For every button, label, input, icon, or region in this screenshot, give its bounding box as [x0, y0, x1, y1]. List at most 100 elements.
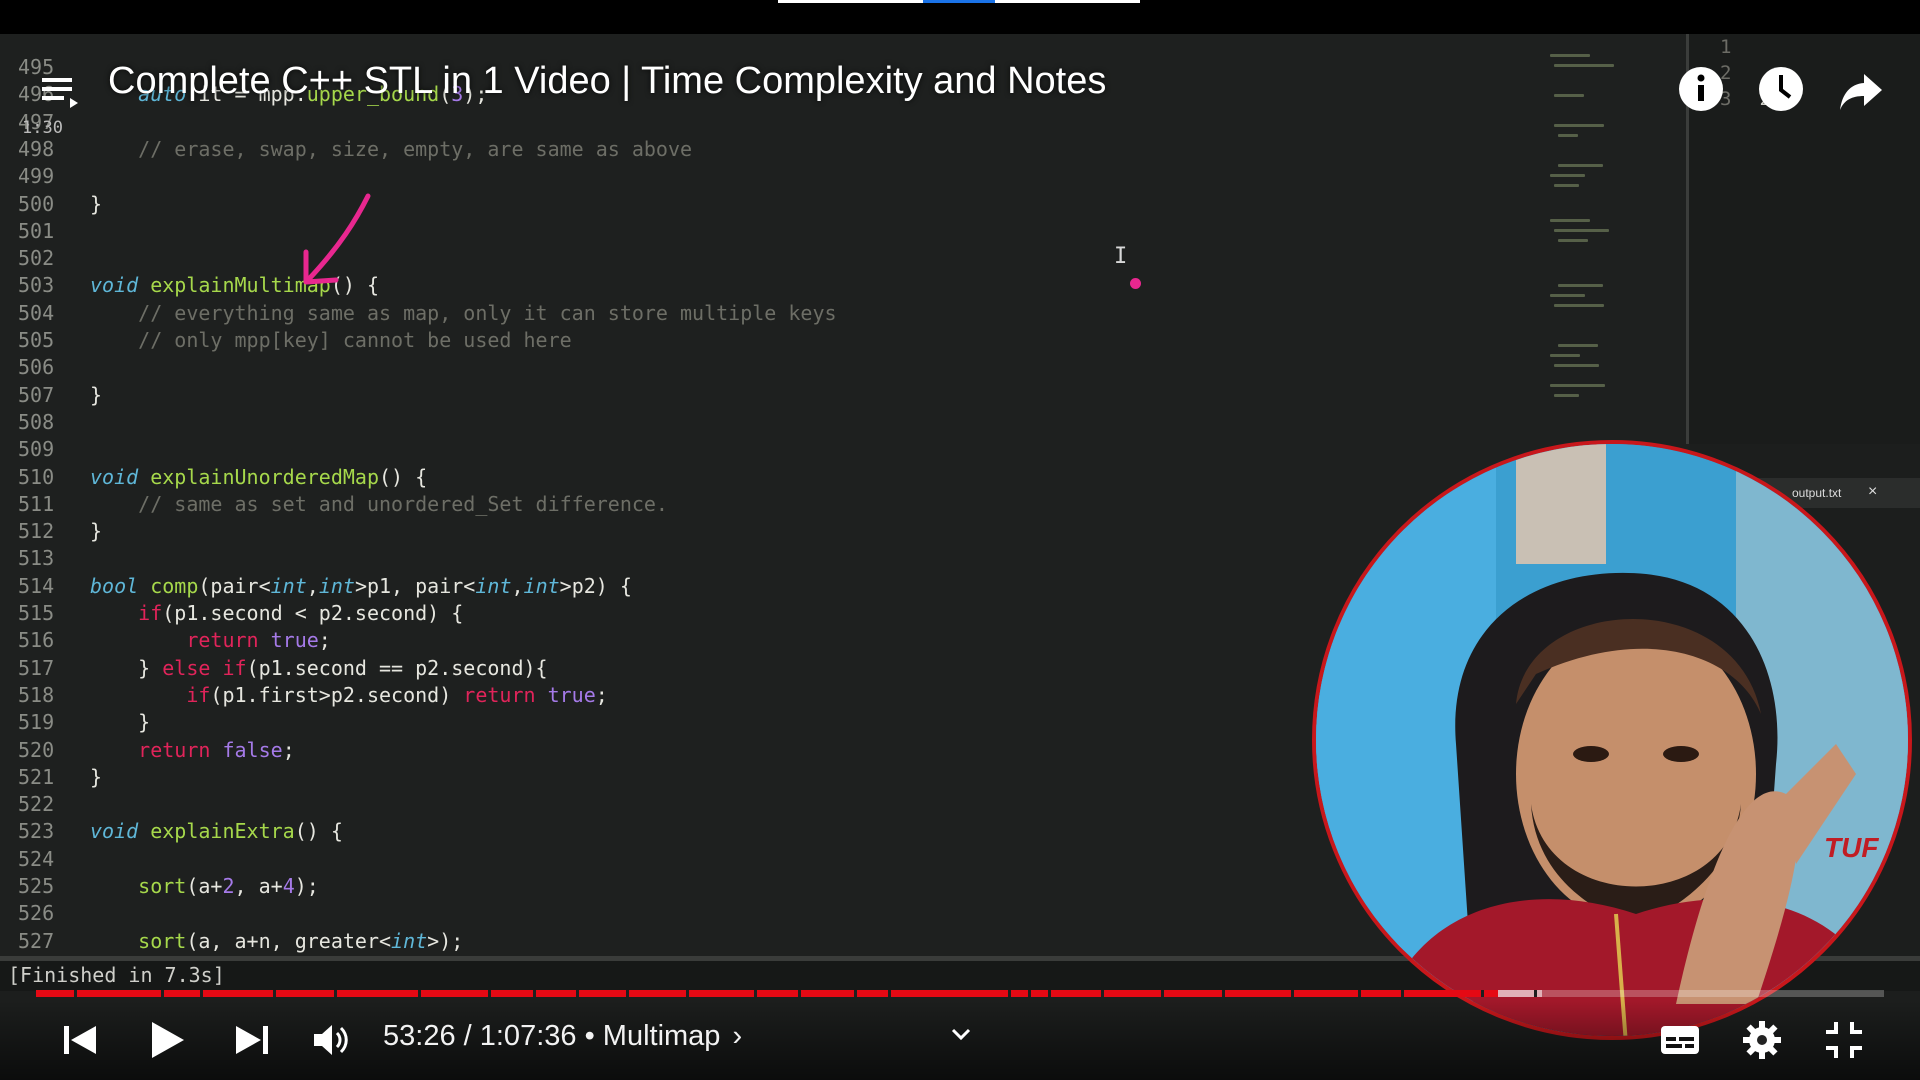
code-line: 501 — [0, 218, 1600, 245]
chapter-gap — [74, 990, 77, 997]
code-text: bool comp(pair<int,int>p1, pair<int,int>… — [90, 573, 632, 598]
code-line: 503 void explainMultimap() { — [0, 272, 1600, 299]
code-line: 507} — [0, 382, 1600, 409]
minimap-line — [1554, 229, 1609, 232]
chapter-gap — [1048, 990, 1051, 997]
time-display: 53:26 / 1:07:36 • Multimap › — [383, 1020, 742, 1053]
line-number: 514 — [18, 573, 55, 598]
code-text: return true; — [186, 628, 331, 653]
chapter-gap — [1101, 990, 1104, 997]
pen-annotation-dot — [1130, 278, 1141, 289]
line-number: 524 — [18, 846, 55, 871]
chapter-gap — [161, 990, 164, 997]
code-line: 526 — [0, 900, 1600, 927]
share-icon[interactable] — [1838, 68, 1884, 114]
line-number: 515 — [18, 601, 55, 625]
editor-minimap[interactable] — [1540, 54, 1630, 474]
code-line: 510 void explainUnorderedMap() { — [0, 464, 1600, 491]
line-number: 506 — [18, 355, 55, 380]
chapter-gap — [273, 990, 276, 997]
minimap-line — [1558, 284, 1603, 287]
minimap-line — [1550, 354, 1580, 357]
line-number: 511 — [18, 491, 55, 516]
code-line: 512} — [0, 518, 1600, 545]
pen-annotation-arrow — [303, 193, 371, 285]
line-number: 516 — [18, 628, 55, 653]
exit-fullscreen-icon[interactable] — [1822, 1018, 1866, 1062]
minimap-line — [1550, 384, 1605, 387]
info-icon[interactable] — [1678, 66, 1724, 112]
chapter-gap — [754, 990, 757, 997]
code-text: } — [90, 710, 151, 735]
video-title[interactable]: Complete C++ STL in 1 Video | Time Compl… — [108, 60, 1106, 103]
code-text: sort(a+2, a+4); — [138, 874, 319, 898]
code-text: // same as set and unordered_Set differe… — [138, 491, 668, 516]
code-text: sort(a, a+n, greater<int>); — [138, 928, 464, 953]
minimap-line — [1554, 304, 1604, 307]
line-number: 500 — [18, 191, 55, 216]
line-number: 508 — [18, 409, 55, 434]
minimap-line — [1558, 164, 1603, 167]
chevron-right-icon[interactable]: › — [733, 1020, 743, 1052]
line-number: 518 — [18, 682, 55, 707]
minimap-line — [1550, 294, 1585, 297]
line-number: 526 — [18, 901, 55, 926]
chapter-title[interactable]: Multimap — [603, 1020, 721, 1052]
play-icon[interactable] — [144, 1018, 188, 1062]
code-text: if(p1.first>p2.second) return true; — [186, 682, 608, 707]
minimap-line — [1554, 184, 1579, 187]
channel-watermark: TUF — [1824, 832, 1879, 863]
line-number: 522 — [18, 792, 55, 817]
video-title-bar: Complete C++ STL in 1 Video | Time Compl… — [0, 34, 1920, 112]
close-icon[interactable]: × — [1868, 483, 1877, 501]
line-number: 517 — [18, 655, 55, 680]
code-line: 527 sort(a, a+n, greater<int>); — [0, 928, 1600, 955]
minimap-line — [1558, 239, 1588, 242]
code-line: 505 // only mpp[key] cannot be used here — [0, 327, 1600, 354]
code-line: 499 — [0, 163, 1600, 190]
player-controls: 53:26 / 1:07:36 • Multimap › — [0, 1000, 1920, 1080]
chapter-gap — [1028, 990, 1031, 997]
presenter-video-image — [1316, 444, 1908, 1036]
gear-icon[interactable] — [1740, 1018, 1784, 1062]
chevron-down-icon[interactable] — [946, 1020, 976, 1050]
playlist-menu-icon[interactable] — [40, 72, 80, 112]
progress-played — [36, 990, 1498, 997]
line-number: 504 — [18, 300, 55, 325]
chapter-gap — [1222, 990, 1225, 997]
volume-icon[interactable] — [310, 1018, 354, 1062]
code-line: 500} — [0, 191, 1600, 218]
hover-time-label: 1:30 — [22, 118, 63, 138]
code-text: // everything same as map, only it can s… — [138, 300, 837, 325]
chapter-gap — [626, 990, 629, 997]
clock-icon[interactable] — [1758, 66, 1804, 112]
progress-bar[interactable] — [36, 990, 1884, 997]
chapter-separator: • — [576, 1020, 603, 1052]
captions-icon[interactable] — [1658, 1018, 1702, 1062]
code-text: // erase, swap, size, empty, are same as… — [138, 136, 693, 161]
chapter-gap — [576, 990, 579, 997]
line-number: 499 — [18, 164, 55, 189]
line-number: 519 — [18, 710, 55, 735]
code-line: 509 — [0, 436, 1600, 463]
chapter-gap — [1534, 990, 1537, 997]
skip-next-icon[interactable] — [230, 1018, 274, 1062]
line-number: 523 — [18, 819, 55, 844]
code-line: 511 // same as set and unordered_Set dif… — [0, 491, 1600, 518]
chapter-gap — [418, 990, 421, 997]
skip-previous-icon[interactable] — [58, 1018, 102, 1062]
code-line: 504 // everything same as map, only it c… — [0, 300, 1600, 327]
line-number: 503 — [18, 273, 55, 298]
code-text: } — [90, 382, 103, 407]
chapter-gap — [1008, 990, 1011, 997]
chapter-gap — [1401, 990, 1404, 997]
line-number: 505 — [18, 328, 55, 352]
chapter-gap — [1358, 990, 1361, 997]
line-number: 525 — [18, 874, 55, 898]
chapter-gap — [1161, 990, 1164, 997]
text-cursor-icon: I — [1114, 244, 1128, 269]
line-number: 501 — [18, 218, 55, 243]
code-line: 498 // erase, swap, size, empty, are sam… — [0, 136, 1600, 163]
line-number: 513 — [18, 546, 55, 571]
code-text: void explainExtra() { — [90, 819, 343, 844]
